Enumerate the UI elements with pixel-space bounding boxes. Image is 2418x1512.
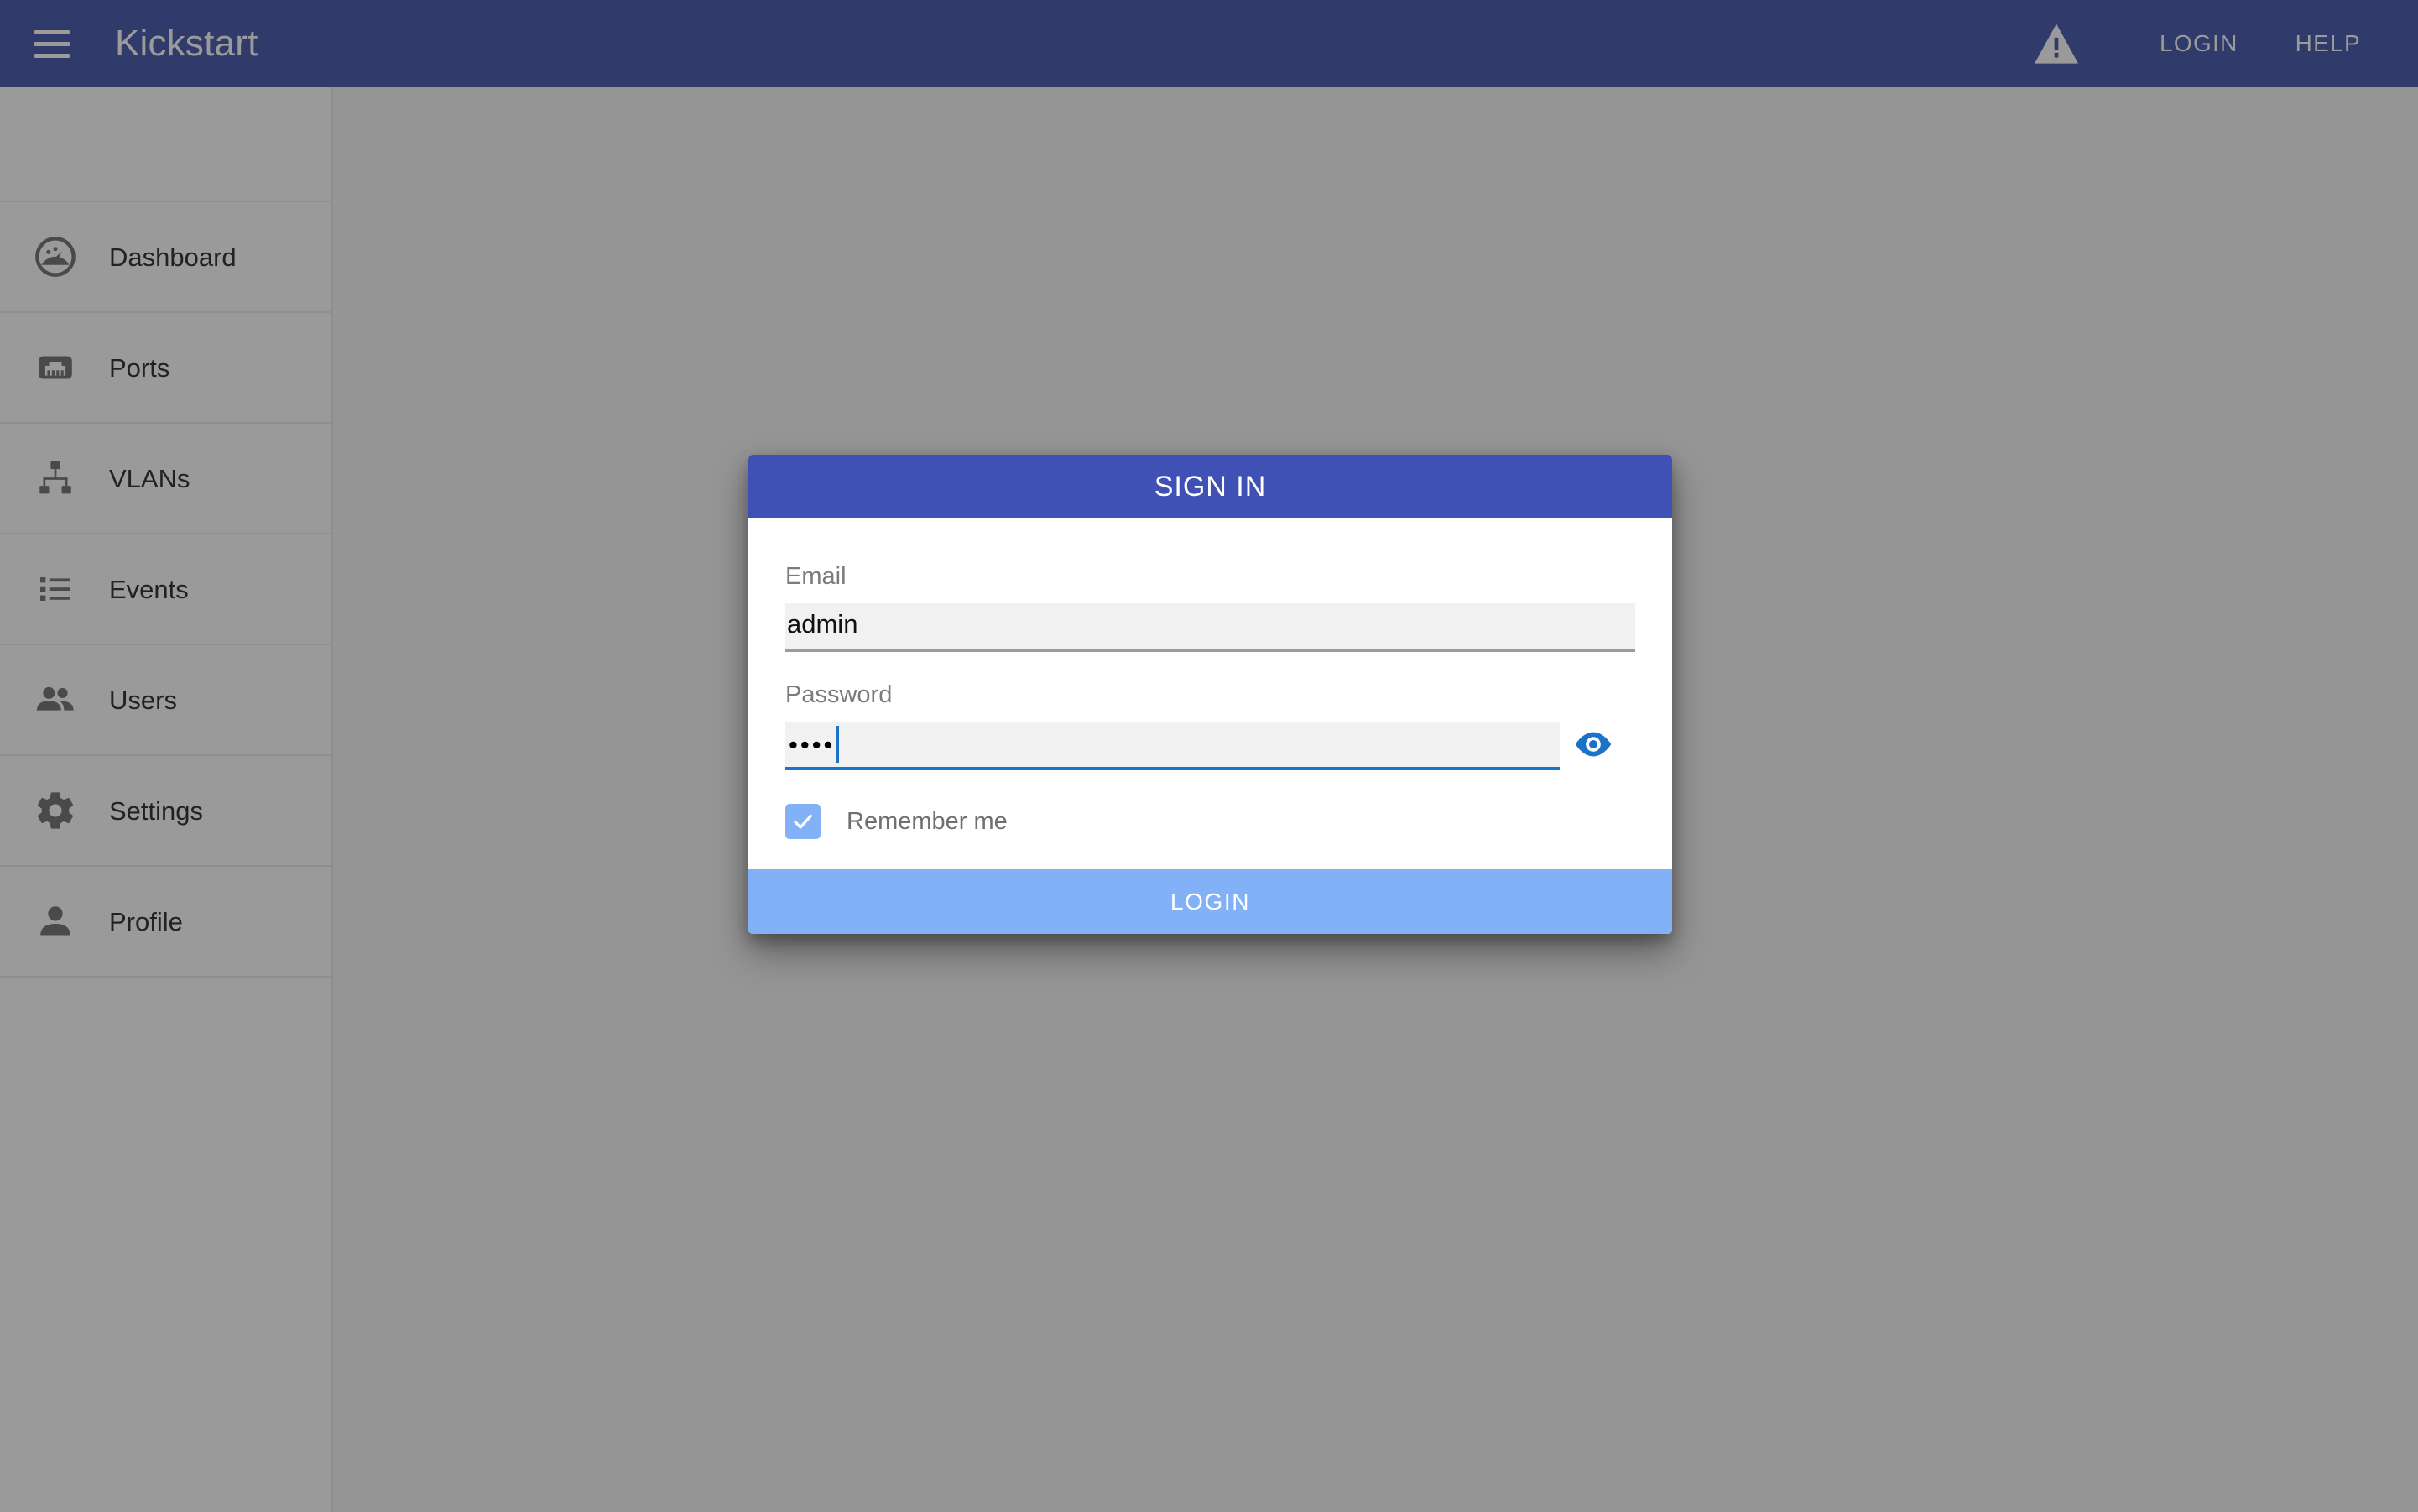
warning-triangle-icon[interactable]	[2030, 18, 2082, 70]
ethernet-port-icon	[28, 347, 83, 388]
login-submit-button[interactable]: LOGIN	[748, 869, 1672, 934]
gear-icon	[28, 789, 83, 832]
sidebar-item-dashboard[interactable]: Dashboard	[0, 202, 331, 313]
password-input-wrapper: ••••	[785, 722, 1635, 770]
people-icon	[28, 677, 83, 722]
sidebar-item-label: Dashboard	[109, 242, 237, 272]
network-tree-icon	[28, 457, 83, 499]
sign-in-dialog: SIGN IN Email Password ••••	[748, 455, 1672, 934]
sidebar-item-ports[interactable]: Ports	[0, 313, 331, 424]
sidebar-item-label: Profile	[109, 906, 183, 936]
password-input[interactable]: ••••	[785, 722, 1560, 770]
sidebar-item-label: VLANs	[109, 463, 190, 493]
password-masked-value: ••••	[789, 729, 836, 759]
app-header: Kickstart LOGIN HELP	[0, 0, 2418, 87]
email-input-wrapper	[785, 603, 1635, 652]
login-submit-label: LOGIN	[1170, 888, 1251, 915]
hamburger-menu-icon[interactable]	[29, 20, 76, 67]
remember-me-checkbox[interactable]	[785, 804, 821, 839]
eye-icon[interactable]	[1570, 723, 1617, 765]
dialog-body: Email Password ••••	[748, 518, 1672, 869]
sidebar-item-label: Ports	[109, 352, 170, 383]
header-login-link[interactable]: LOGIN	[2139, 15, 2259, 72]
sidebar-navigation: Dashboard Ports VLANs Events Users Setti…	[0, 87, 333, 1512]
menu-bar-1	[34, 29, 70, 34]
email-input[interactable]	[785, 603, 1635, 652]
sidebar-top-spacer	[0, 87, 331, 202]
sidebar-item-vlans[interactable]: VLANs	[0, 424, 331, 534]
password-field-group: Password ••••	[785, 683, 1635, 770]
menu-bar-3	[34, 53, 70, 58]
sidebar-item-label: Users	[109, 685, 177, 715]
header-help-link[interactable]: HELP	[2275, 15, 2381, 72]
dialog-header: SIGN IN	[748, 455, 1672, 518]
app-title: Kickstart	[115, 23, 258, 64]
sidebar-item-events[interactable]: Events	[0, 534, 331, 645]
header-actions: LOGIN HELP	[2030, 0, 2381, 87]
remember-me-row: Remember me	[785, 804, 1635, 839]
email-field-group: Email	[785, 565, 1635, 652]
person-icon	[28, 899, 83, 943]
menu-bar-2	[34, 41, 70, 46]
remember-me-label: Remember me	[847, 807, 1008, 835]
password-label: Password	[785, 681, 893, 708]
text-caret	[836, 726, 840, 763]
sidebar-item-label: Settings	[109, 795, 204, 826]
sidebar-item-users[interactable]: Users	[0, 645, 331, 756]
sidebar-item-settings[interactable]: Settings	[0, 756, 331, 867]
checkmark-icon	[794, 814, 812, 829]
sidebar-item-label: Events	[109, 574, 189, 604]
email-label: Email	[785, 563, 847, 590]
sidebar-item-profile[interactable]: Profile	[0, 867, 331, 978]
speedometer-icon	[28, 235, 83, 279]
password-input-outer: ••••	[785, 722, 1612, 770]
dialog-title: SIGN IN	[1154, 470, 1267, 503]
list-bullet-icon	[28, 569, 83, 609]
